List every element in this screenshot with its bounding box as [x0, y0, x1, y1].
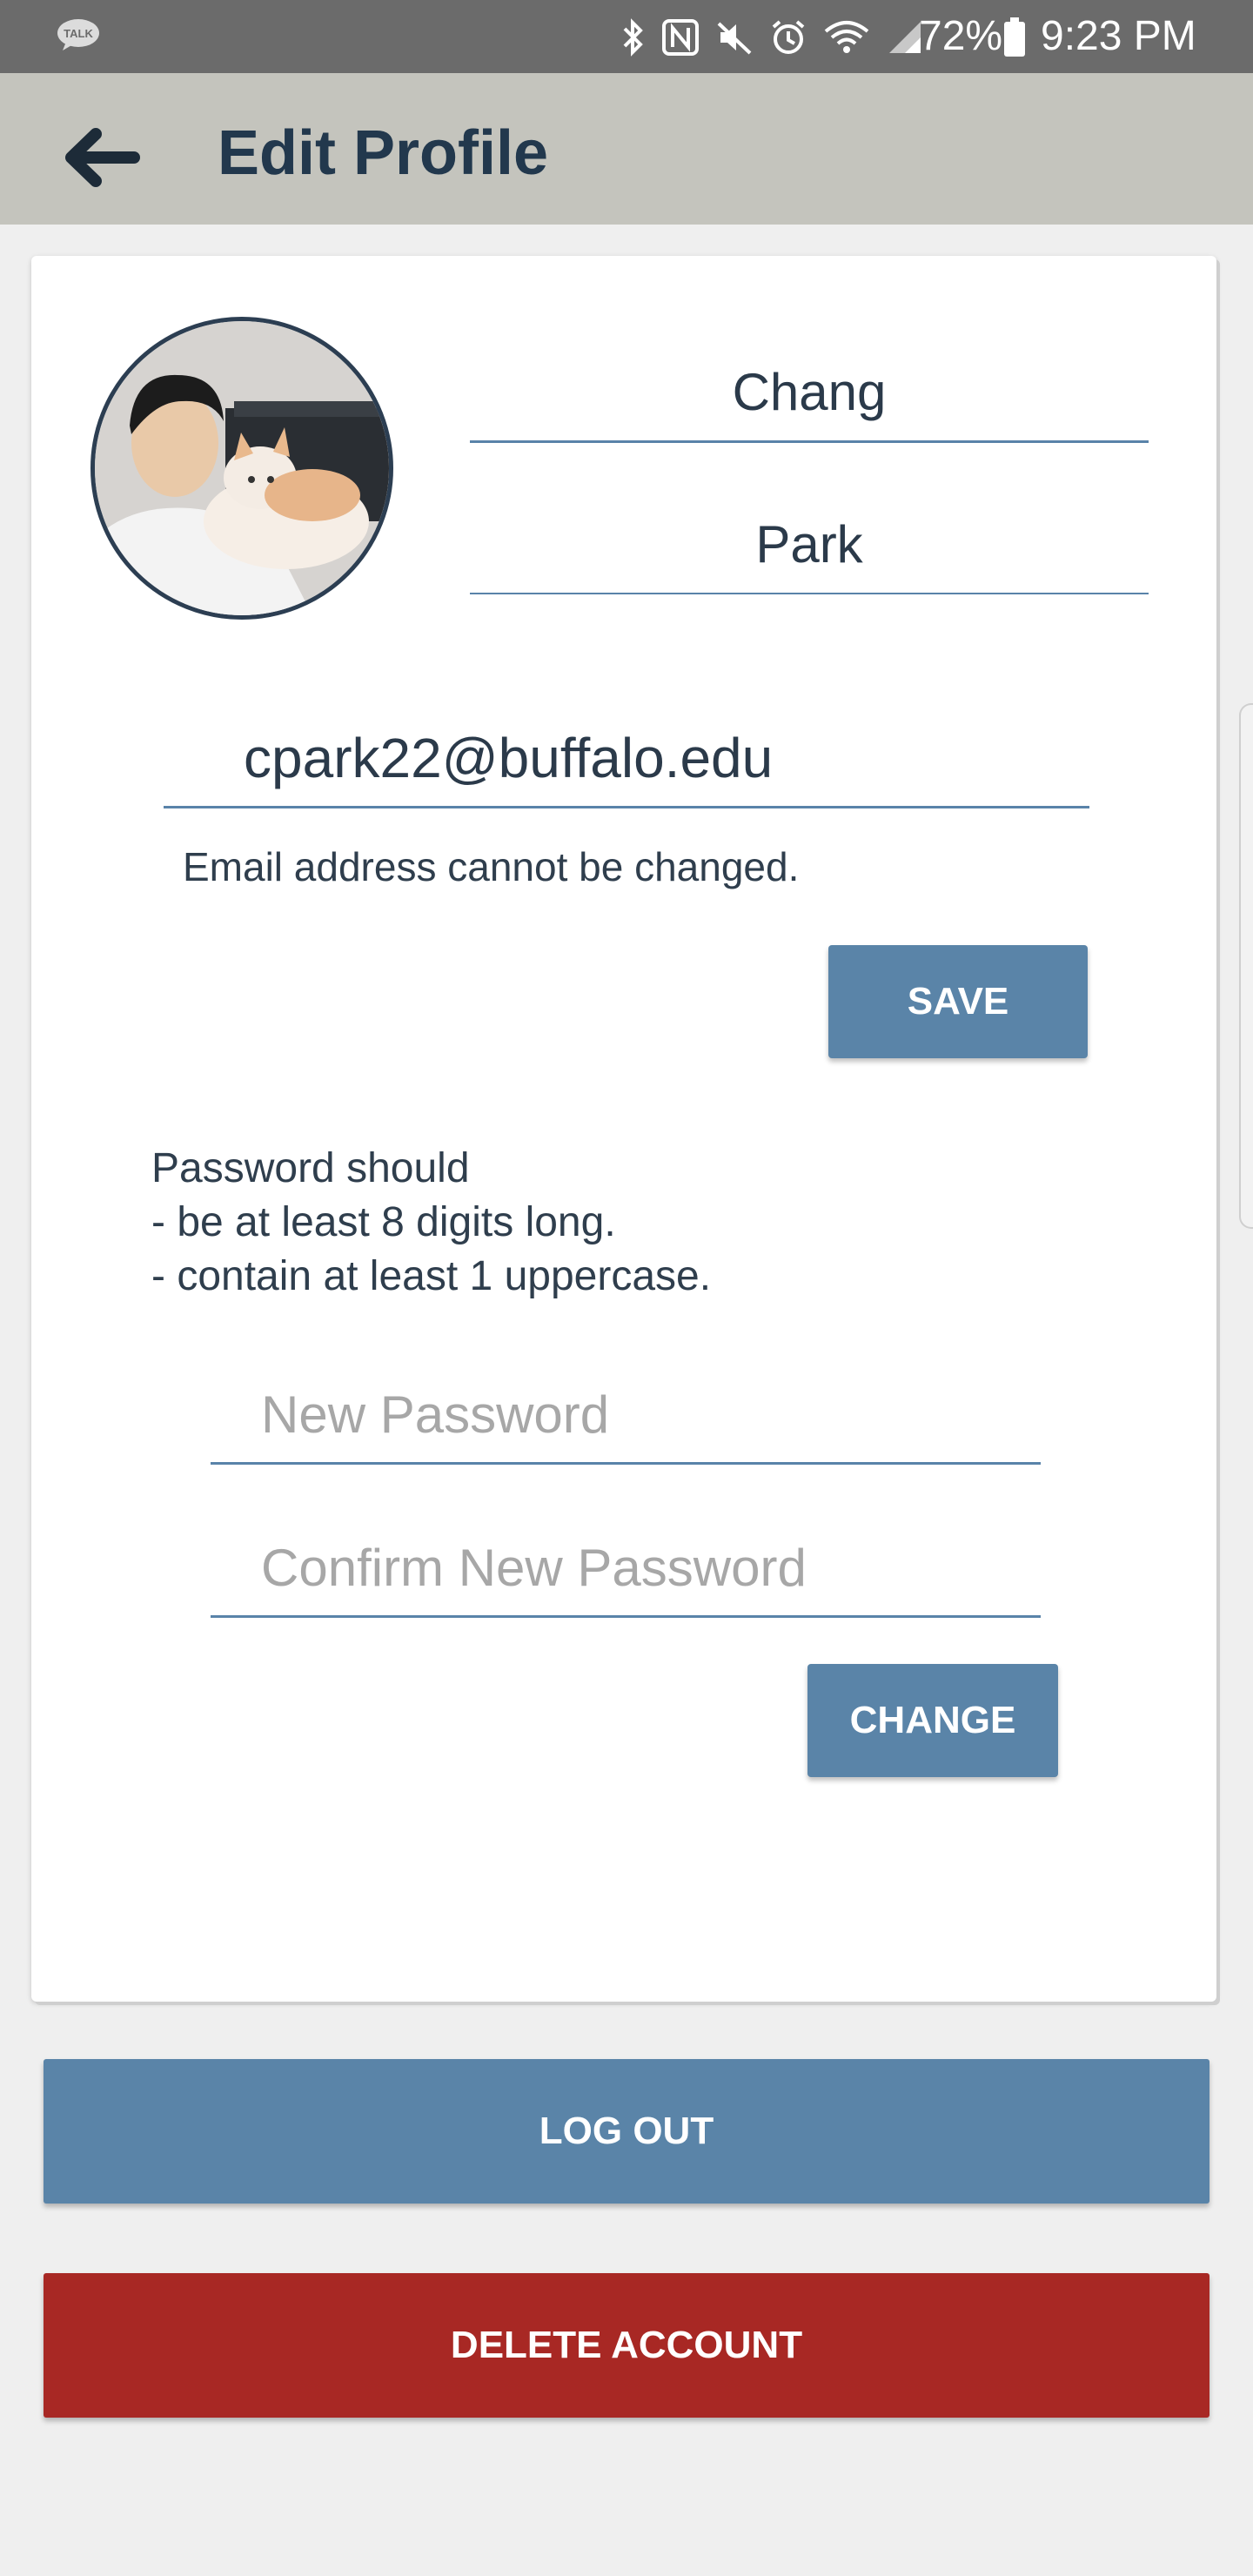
last-name-underline	[470, 593, 1149, 594]
wifi-icon	[823, 18, 870, 57]
password-rules: Password should - be at least 8 digits l…	[151, 1145, 712, 1299]
confirm-password-underline	[211, 1615, 1041, 1618]
scroll-indicator[interactable]	[1239, 703, 1253, 1229]
first-name-underline	[470, 440, 1149, 443]
new-password-input[interactable]	[261, 1375, 1027, 1453]
first-name-input[interactable]	[470, 352, 1149, 431]
nfc-icon	[661, 18, 700, 57]
email-underline	[164, 806, 1089, 808]
back-button[interactable]	[52, 118, 148, 197]
alarm-icon	[769, 18, 807, 57]
save-button[interactable]: SAVE	[828, 945, 1088, 1058]
confirm-password-input[interactable]	[261, 1528, 1027, 1607]
last-name-input[interactable]	[470, 505, 1149, 583]
clock: 9:23 PM	[1041, 13, 1196, 59]
battery-icon	[1003, 17, 1026, 57]
svg-text:TALK: TALK	[64, 27, 93, 40]
delete-account-button[interactable]: DELETE ACCOUNT	[44, 2273, 1209, 2418]
app-bar	[0, 73, 1253, 225]
avatar[interactable]	[90, 317, 393, 620]
status-icons	[620, 14, 924, 61]
email-note: Email address cannot be changed.	[183, 844, 800, 889]
battery-percent: 72%	[919, 13, 1003, 59]
kakaotalk-notification-icon: TALK	[56, 17, 103, 52]
mute-icon	[715, 18, 754, 57]
email-field: cpark22@buffalo.edu	[244, 727, 774, 789]
back-arrow-icon	[65, 128, 140, 187]
bluetooth-icon	[620, 18, 646, 57]
new-password-underline	[211, 1462, 1041, 1465]
log-out-button[interactable]: LOG OUT	[44, 2059, 1209, 2204]
profile-photo	[95, 321, 389, 615]
page-title: Edit Profile	[218, 118, 549, 188]
change-password-button[interactable]: CHANGE	[807, 1664, 1058, 1777]
